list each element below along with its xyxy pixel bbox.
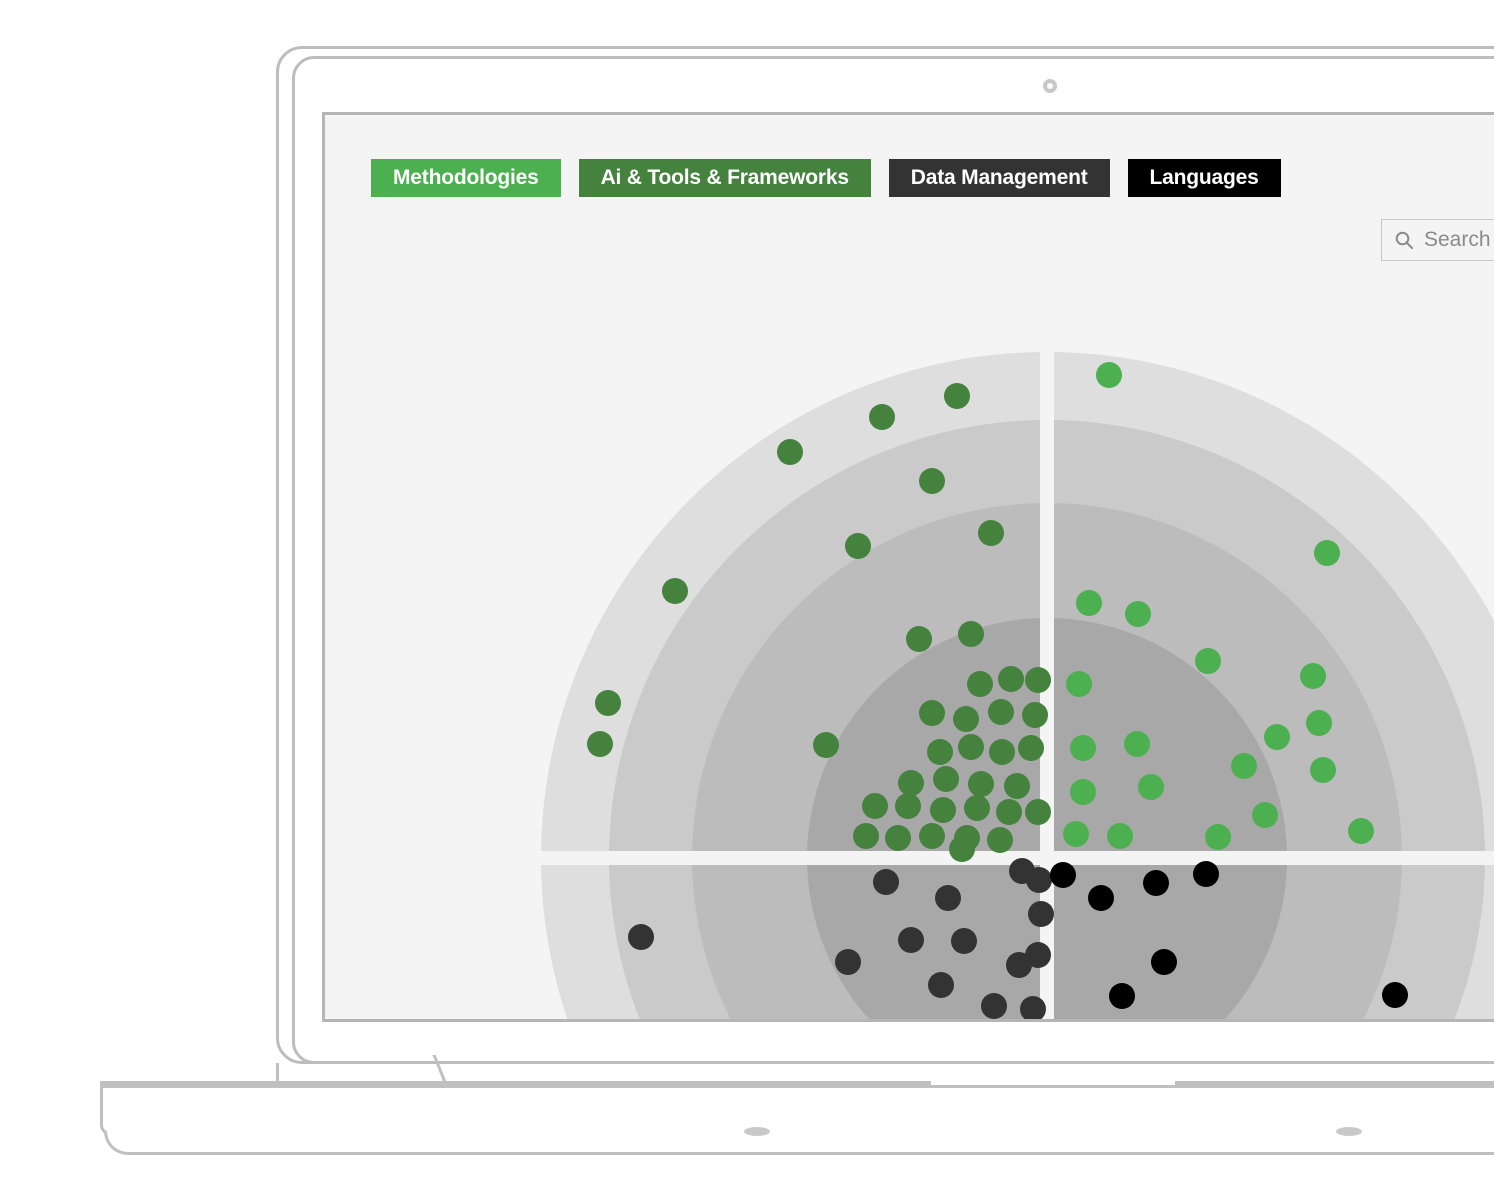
radar-blip[interactable] <box>813 732 839 758</box>
radar-blip[interactable] <box>895 793 921 819</box>
radar-blip[interactable] <box>1193 861 1219 887</box>
radar-blip[interactable] <box>935 885 961 911</box>
search-icon <box>1395 231 1413 249</box>
technology-radar-chart <box>325 115 1494 1019</box>
radar-blip[interactable] <box>1151 949 1177 975</box>
radar-blip[interactable] <box>1063 821 1089 847</box>
radar-blip[interactable] <box>898 927 924 953</box>
radar-blip[interactable] <box>987 827 1013 853</box>
radar-blip[interactable] <box>873 869 899 895</box>
radar-blip[interactable] <box>1143 870 1169 896</box>
radar-blip[interactable] <box>981 993 1007 1019</box>
radar-blip[interactable] <box>835 949 861 975</box>
radar-blip[interactable] <box>919 468 945 494</box>
radar-blip[interactable] <box>1195 648 1221 674</box>
quadrant-tab-row: Methodologies Ai & Tools & Frameworks Da… <box>371 159 1281 197</box>
radar-blip[interactable] <box>930 797 956 823</box>
camera-icon <box>1043 79 1057 93</box>
radar-blip[interactable] <box>967 671 993 697</box>
radar-blip[interactable] <box>1252 802 1278 828</box>
radar-blip[interactable] <box>1109 983 1135 1009</box>
radar-blip[interactable] <box>996 799 1022 825</box>
radar-blip[interactable] <box>953 706 979 732</box>
radar-blip[interactable] <box>1306 710 1332 736</box>
radar-blip[interactable] <box>885 825 911 851</box>
tab-methodologies[interactable]: Methodologies <box>371 159 561 197</box>
tab-languages[interactable]: Languages <box>1127 159 1281 197</box>
radar-blip[interactable] <box>1028 901 1054 927</box>
tab-data-management[interactable]: Data Management <box>888 159 1110 197</box>
radar-blip[interactable] <box>1300 663 1326 689</box>
radar-blip[interactable] <box>1026 867 1052 893</box>
radar-blip[interactable] <box>1138 774 1164 800</box>
radar-svg <box>535 346 1494 1019</box>
tab-label: Languages <box>1149 166 1259 189</box>
radar-blip[interactable] <box>1314 540 1340 566</box>
radar-blip[interactable] <box>853 823 879 849</box>
radar-blip[interactable] <box>928 972 954 998</box>
radar-blip[interactable] <box>1050 862 1076 888</box>
radar-blip[interactable] <box>1382 982 1408 1008</box>
radar-blip[interactable] <box>1310 757 1336 783</box>
radar-blip[interactable] <box>845 533 871 559</box>
radar-blip[interactable] <box>968 771 994 797</box>
radar-blip[interactable] <box>1125 601 1151 627</box>
laptop-foot-left <box>744 1127 770 1136</box>
radar-blip[interactable] <box>1025 667 1051 693</box>
screenshot-root: Methodologies Ai & Tools & Frameworks Da… <box>0 0 1494 1188</box>
radar-blip[interactable] <box>998 666 1024 692</box>
radar-blip[interactable] <box>927 739 953 765</box>
radar-blip[interactable] <box>1124 731 1150 757</box>
radar-blip[interactable] <box>1018 735 1044 761</box>
radar-blip[interactable] <box>1088 885 1114 911</box>
radar-blip[interactable] <box>1231 753 1257 779</box>
radar-blip[interactable] <box>587 731 613 757</box>
radar-blip[interactable] <box>919 700 945 726</box>
tab-label: Methodologies <box>393 166 539 189</box>
radar-blip[interactable] <box>944 383 970 409</box>
radar-blip[interactable] <box>1076 590 1102 616</box>
radar-blip[interactable] <box>1107 823 1133 849</box>
search-input[interactable]: Search <box>1424 228 1491 252</box>
radar-blip[interactable] <box>595 690 621 716</box>
radar-blip[interactable] <box>898 770 924 796</box>
radar-blip[interactable] <box>949 836 975 862</box>
laptop-base-lip <box>104 1131 1494 1155</box>
radar-blip[interactable] <box>869 404 895 430</box>
radar-blip[interactable] <box>777 439 803 465</box>
radar-blip[interactable] <box>1066 671 1092 697</box>
laptop-base-seam <box>430 1055 456 1085</box>
radar-blip[interactable] <box>988 699 1014 725</box>
radar-blip[interactable] <box>1264 724 1290 750</box>
radar-blip[interactable] <box>989 739 1015 765</box>
radar-blip[interactable] <box>933 766 959 792</box>
radar-blip[interactable] <box>1096 362 1122 388</box>
tab-label: Ai & Tools & Frameworks <box>600 166 849 189</box>
laptop-base-body <box>100 1085 1494 1135</box>
radar-blip[interactable] <box>958 734 984 760</box>
radar-blip[interactable] <box>1348 818 1374 844</box>
radar-blip[interactable] <box>662 578 688 604</box>
radar-blip[interactable] <box>628 924 654 950</box>
radar-blip[interactable] <box>951 928 977 954</box>
radar-blip[interactable] <box>1022 702 1048 728</box>
radar-blip[interactable] <box>1025 799 1051 825</box>
radar-blip[interactable] <box>978 520 1004 546</box>
radar-blip[interactable] <box>1070 779 1096 805</box>
radar-blip[interactable] <box>1070 735 1096 761</box>
radar-blip[interactable] <box>964 795 990 821</box>
radar-blip[interactable] <box>1025 942 1051 968</box>
radar-blip[interactable] <box>1004 773 1030 799</box>
radar-blip[interactable] <box>906 626 932 652</box>
radar-blip[interactable] <box>862 793 888 819</box>
search-box[interactable]: Search <box>1381 219 1494 261</box>
laptop-foot-right <box>1336 1127 1362 1136</box>
radar-blip[interactable] <box>919 823 945 849</box>
screen: Methodologies Ai & Tools & Frameworks Da… <box>322 112 1494 1022</box>
tab-label: Data Management <box>910 166 1088 189</box>
radar-blip[interactable] <box>1205 824 1231 850</box>
radar-blip[interactable] <box>958 621 984 647</box>
tab-ai-tools-frameworks[interactable]: Ai & Tools & Frameworks <box>578 159 871 197</box>
